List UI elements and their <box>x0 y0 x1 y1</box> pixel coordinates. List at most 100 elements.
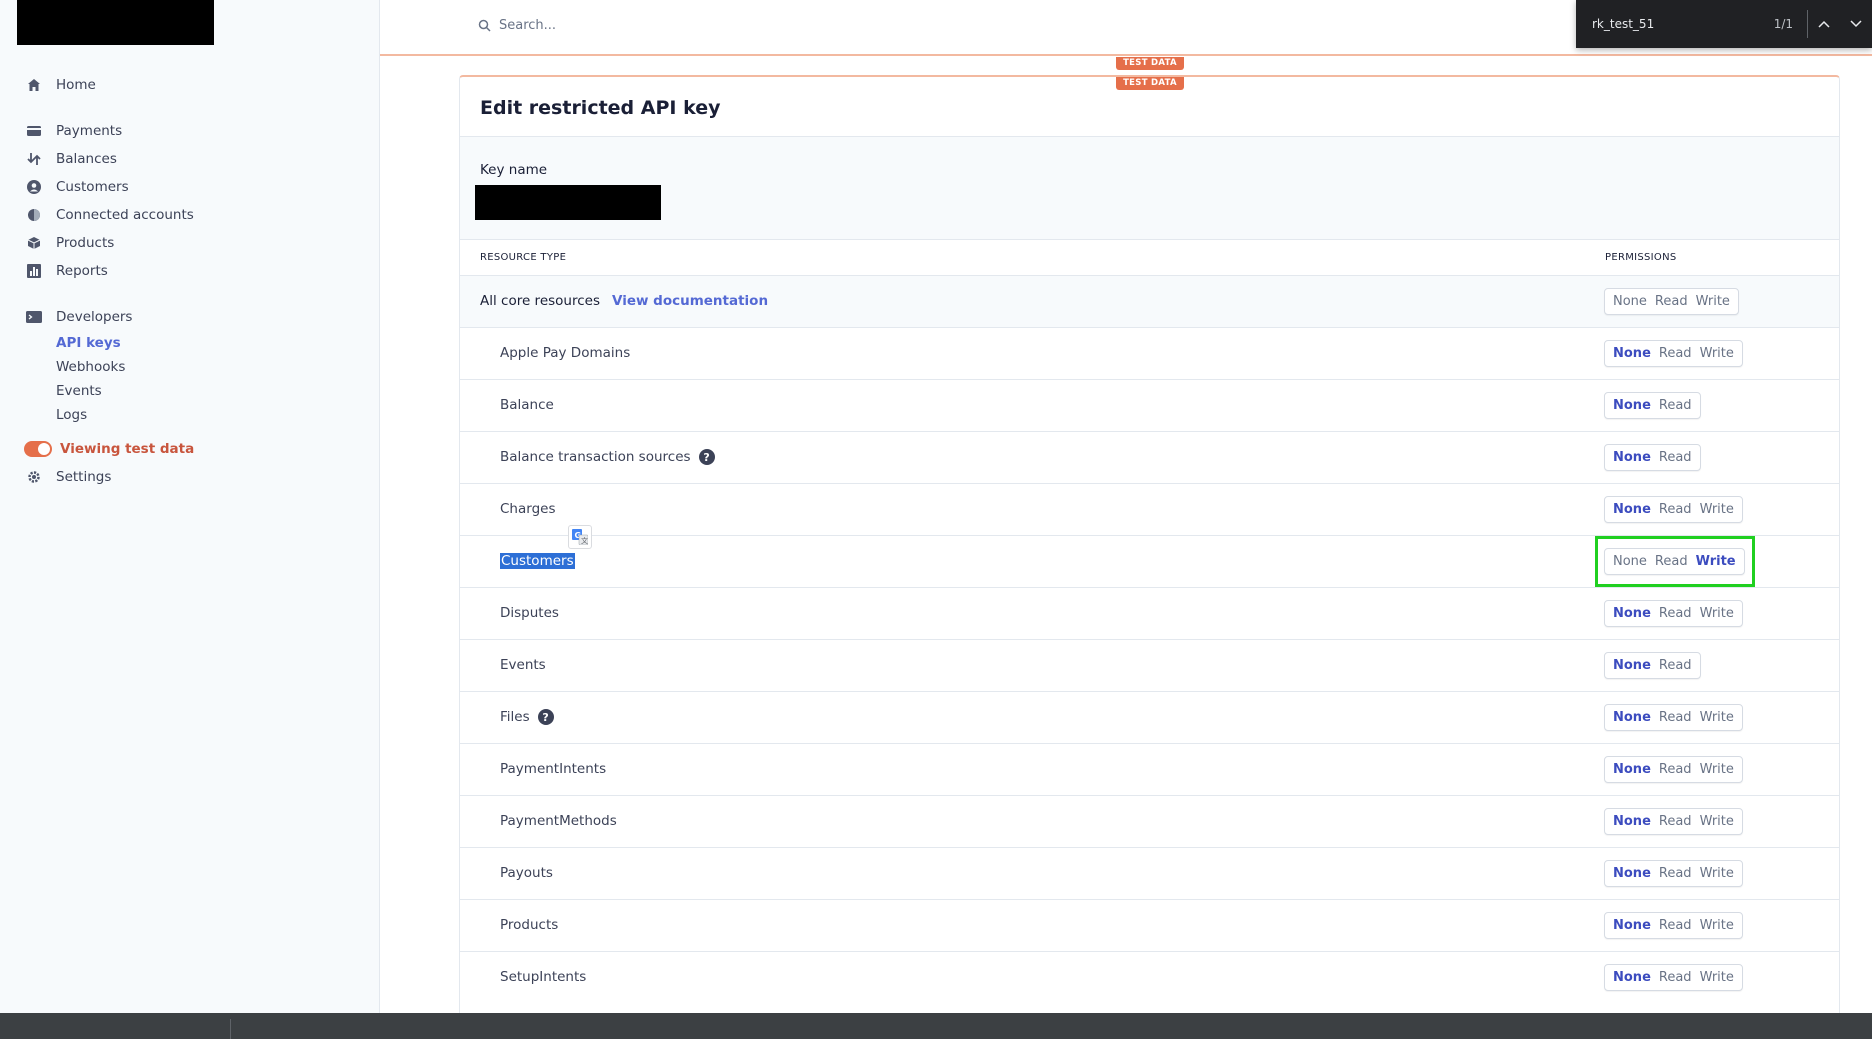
search-bar[interactable]: Search... <box>478 18 556 33</box>
perm-read[interactable]: Read <box>1655 866 1696 881</box>
search-input[interactable]: Search... <box>499 18 556 33</box>
resource-row: PaymentMethods None Read Write <box>460 795 1839 847</box>
perm-none[interactable]: None <box>1605 658 1655 673</box>
perm-read[interactable]: Read <box>1655 450 1700 465</box>
perm-none[interactable]: None <box>1605 866 1655 881</box>
perm-read[interactable]: Read <box>1655 918 1696 933</box>
perm-write[interactable]: Write <box>1696 502 1742 517</box>
core-permission-selector: None Read Write <box>1604 288 1739 315</box>
sidebar-item-customers[interactable]: Customers <box>24 176 129 198</box>
perm-none[interactable]: None <box>1605 398 1655 413</box>
test-data-badge: TEST DATA <box>1116 77 1184 90</box>
help-icon[interactable]: ? <box>537 709 554 725</box>
perm-read[interactable]: Read <box>1651 294 1692 309</box>
perm-none[interactable]: None <box>1605 970 1655 985</box>
perm-write[interactable]: Write <box>1696 710 1742 725</box>
search-icon <box>478 19 491 32</box>
payments-icon <box>24 125 44 137</box>
resource-name: Disputes <box>500 605 559 621</box>
find-previous-button[interactable] <box>1808 0 1840 48</box>
sidebar-item-settings[interactable]: Settings <box>24 466 111 488</box>
help-icon[interactable]: ? <box>698 449 715 465</box>
sidebar-item-label: Balances <box>56 151 117 167</box>
perm-none[interactable]: None <box>1605 918 1655 933</box>
perm-read[interactable]: Read <box>1655 814 1696 829</box>
perm-none[interactable]: None <box>1605 606 1655 621</box>
resource-row: Balance None Read <box>460 379 1839 431</box>
resource-row: SetupIntents None Read Write <box>460 951 1839 1003</box>
perm-none[interactable]: None <box>1605 346 1655 361</box>
resource-name: Products <box>500 917 559 933</box>
google-translate-icon[interactable]: G文 <box>568 525 592 549</box>
sidebar-item-products[interactable]: Products <box>24 232 114 254</box>
perm-read[interactable]: Read <box>1655 710 1696 725</box>
perm-read[interactable]: Read <box>1655 658 1700 673</box>
resource-row: Products None Read Write <box>460 899 1839 951</box>
permission-selector: None Read Write <box>1604 912 1743 939</box>
resource-name-cell: PaymentMethods <box>500 813 617 829</box>
perm-none[interactable]: None <box>1605 554 1651 569</box>
products-icon <box>24 236 44 250</box>
resource-name-cell: Payouts <box>500 865 553 881</box>
perm-write[interactable]: Write <box>1696 762 1742 777</box>
perm-read[interactable]: Read <box>1655 502 1696 517</box>
resource-row: Charges None Read Write <box>460 483 1839 535</box>
test-data-toggle[interactable]: Viewing test data <box>24 438 194 460</box>
permission-selector: None Read Write <box>1604 756 1743 783</box>
resource-name: PaymentMethods <box>500 813 617 829</box>
sidebar-subitem-events[interactable]: Events <box>56 383 102 399</box>
perm-none[interactable]: None <box>1605 502 1655 517</box>
customers-icon <box>24 180 44 194</box>
perm-write[interactable]: Write <box>1696 918 1742 933</box>
test-data-badge: TEST DATA <box>1116 57 1184 70</box>
sidebar-item-connected-accounts[interactable]: Connected accounts <box>24 204 194 226</box>
chevron-up-icon <box>1818 20 1830 28</box>
sidebar-item-label: Settings <box>56 469 112 485</box>
sidebar-item-payments[interactable]: Payments <box>24 120 122 142</box>
perm-none[interactable]: None <box>1605 814 1655 829</box>
perm-none[interactable]: None <box>1605 710 1655 725</box>
sidebar-subitem-logs[interactable]: Logs <box>56 407 87 423</box>
perm-read[interactable]: Read <box>1655 346 1696 361</box>
resource-name: Balance <box>500 397 554 413</box>
permission-selector: None Read <box>1604 392 1701 419</box>
key-name-section: Key name <box>460 136 1839 240</box>
permission-selector: None Read <box>1604 444 1701 471</box>
sidebar-item-reports[interactable]: Reports <box>24 260 108 282</box>
perm-write[interactable]: Write <box>1696 814 1742 829</box>
perm-write[interactable]: Write <box>1692 554 1744 569</box>
perm-read[interactable]: Read <box>1655 606 1696 621</box>
find-input[interactable]: rk_test_51 <box>1576 17 1774 31</box>
account-logo-redacted[interactable] <box>17 0 214 45</box>
sidebar-item-home[interactable]: Home <box>24 74 96 96</box>
perm-read[interactable]: Read <box>1651 554 1692 569</box>
key-name-field-redacted[interactable] <box>475 185 661 220</box>
perm-write[interactable]: Write <box>1696 346 1742 361</box>
perm-none[interactable]: None <box>1605 762 1655 777</box>
permission-selector: None Read <box>1604 652 1701 679</box>
taskbar-divider <box>230 1019 231 1039</box>
sidebar-item-label: Home <box>56 77 96 93</box>
sidebar-item-balances[interactable]: Balances <box>24 148 117 170</box>
view-documentation-link[interactable]: View documentation <box>612 293 768 309</box>
sidebar-item-label: Customers <box>56 179 129 195</box>
core-resources-cell: All core resources View documentation <box>480 293 768 309</box>
perm-write[interactable]: Write <box>1696 970 1742 985</box>
toggle-switch[interactable] <box>24 441 52 457</box>
edit-key-card: Edit restricted API key Key name RESOURC… <box>459 75 1840 1015</box>
gear-icon <box>24 470 44 484</box>
perm-read[interactable]: Read <box>1655 398 1700 413</box>
resource-name: Balance transaction sources <box>500 449 691 465</box>
find-next-button[interactable] <box>1840 0 1872 48</box>
perm-none[interactable]: None <box>1605 450 1655 465</box>
perm-write[interactable]: Write <box>1692 294 1738 309</box>
sidebar-item-developers[interactable]: Developers <box>24 306 132 328</box>
perm-read[interactable]: Read <box>1655 762 1696 777</box>
perm-write[interactable]: Write <box>1696 866 1742 881</box>
resource-name-cell: Balance transaction sources? <box>500 449 715 465</box>
sidebar-subitem-webhooks[interactable]: Webhooks <box>56 359 125 375</box>
perm-write[interactable]: Write <box>1696 606 1742 621</box>
sidebar-subitem-api-keys[interactable]: API keys <box>56 335 121 351</box>
perm-none[interactable]: None <box>1605 294 1651 309</box>
perm-read[interactable]: Read <box>1655 970 1696 985</box>
